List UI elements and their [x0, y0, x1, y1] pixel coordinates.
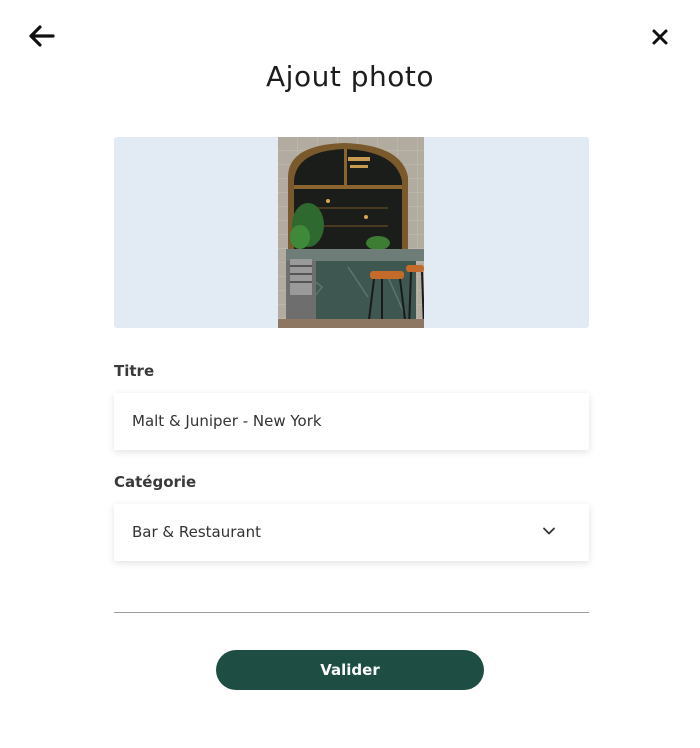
- arrow-left-icon: [29, 25, 55, 47]
- photo-preview[interactable]: [114, 137, 589, 328]
- storefront-photo: [278, 137, 424, 328]
- divider: [114, 612, 589, 613]
- category-value: Bar & Restaurant: [132, 523, 262, 541]
- title-field[interactable]: Malt & Juniper - New York: [114, 393, 589, 450]
- close-icon: [652, 29, 668, 45]
- page-title: Ajout photo: [266, 60, 434, 93]
- title-label: Titre: [114, 362, 155, 380]
- submit-button[interactable]: Valider: [216, 650, 484, 690]
- back-button[interactable]: [26, 22, 56, 50]
- close-button[interactable]: [649, 26, 671, 48]
- title-value: Malt & Juniper - New York: [132, 412, 322, 430]
- category-label: Catégorie: [114, 473, 197, 491]
- category-select[interactable]: Bar & Restaurant: [114, 504, 589, 561]
- chevron-down-icon: [543, 527, 555, 535]
